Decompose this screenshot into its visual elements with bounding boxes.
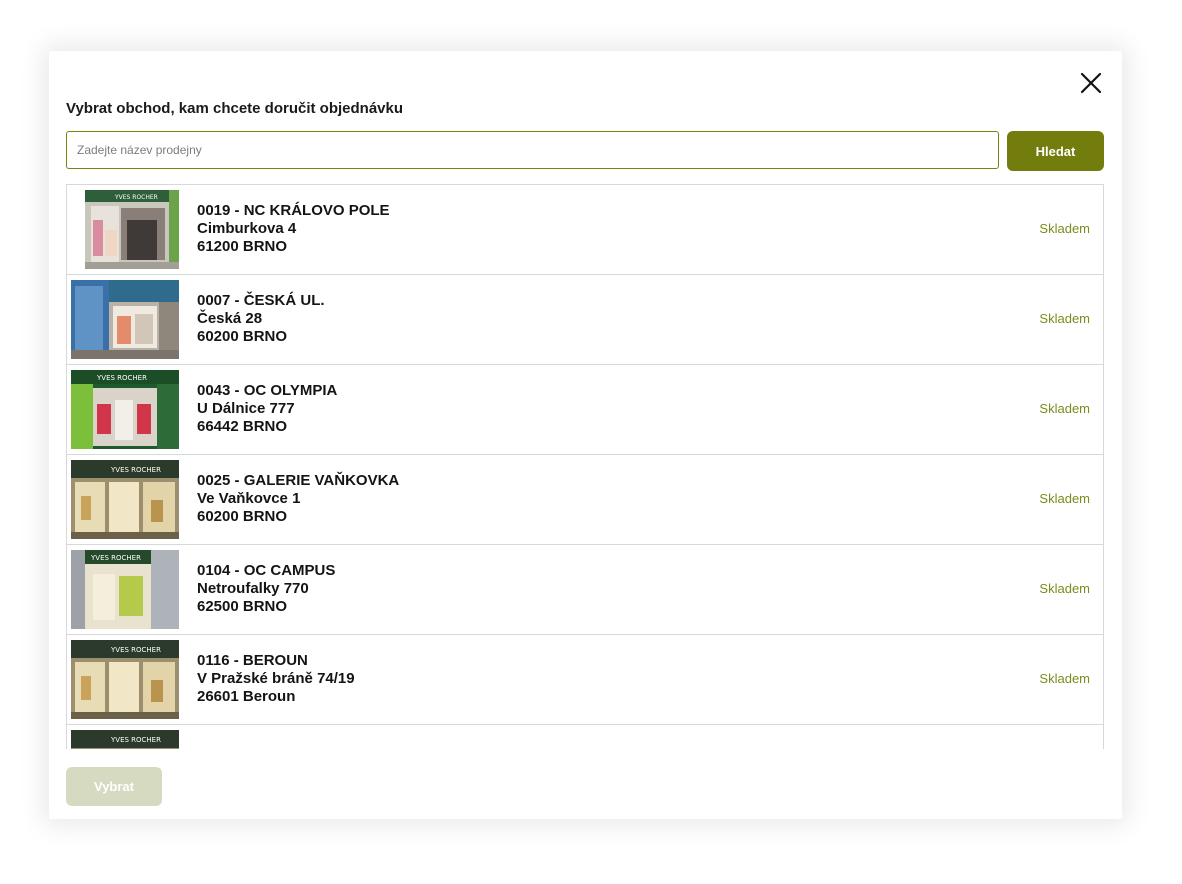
modal-title: Vybrat obchod, kam chcete doručit objedn… (66, 100, 404, 117)
svg-text:YVES ROCHER: YVES ROCHER (90, 554, 141, 562)
store-street: U Dálnice 777 (197, 400, 295, 417)
store-photo: YVES ROCHER (71, 370, 179, 449)
stock-status: Skladem (1039, 491, 1090, 506)
svg-text:YVES ROCHER: YVES ROCHER (110, 466, 161, 474)
store-photo: YVES ROCHER (71, 730, 179, 749)
store-city: 60200 BRNO (197, 328, 288, 345)
store-list[interactable]: YVES ROCHER 0019 - NC KRÁLOVO POLE Cimbu… (66, 184, 1104, 749)
store-name: 0007 - ČESKÁ UL. (197, 292, 325, 309)
store-photo: YVES ROCHER (71, 640, 179, 719)
store-row[interactable]: YVES ROCHER 0025 - GALERIE VAŇKOVKA Ve V… (66, 454, 1104, 544)
stock-status: Skladem (1039, 311, 1090, 326)
store-row[interactable]: YVES ROCHER 0043 - OC OLYMPIA U Dálnice … (66, 364, 1104, 454)
stock-status: Skladem (1039, 221, 1090, 236)
store-city: 26601 Beroun (197, 688, 296, 705)
svg-text:YVES ROCHER: YVES ROCHER (114, 194, 158, 201)
select-store-button[interactable]: Vybrat (66, 767, 162, 806)
store-name: 0116 - BEROUN (197, 652, 308, 669)
store-photo (71, 280, 179, 359)
store-name: 0019 - NC KRÁLOVO POLE (197, 202, 390, 219)
store-city: 62500 BRNO (197, 598, 288, 615)
store-street: Cimburkova 4 (197, 220, 297, 237)
store-search-input[interactable] (66, 131, 999, 169)
store-row[interactable]: 0007 - ČESKÁ UL. Česká 28 60200 BRNO Skl… (66, 274, 1104, 364)
store-name: 0025 - GALERIE VAŇKOVKA (197, 472, 400, 489)
store-photo: YVES ROCHER (71, 550, 179, 629)
stock-status: Skladem (1039, 581, 1090, 596)
svg-text:YVES ROCHER: YVES ROCHER (110, 646, 161, 654)
store-city: 61200 BRNO (197, 238, 288, 255)
store-street: Česká 28 (197, 310, 263, 327)
store-row[interactable]: YVES ROCHER 0104 - OC CAMPUS Netroufalky… (66, 544, 1104, 634)
store-row[interactable]: YVES ROCHER (66, 724, 1104, 749)
store-name: 0104 - OC CAMPUS (197, 562, 336, 579)
store-street: Ve Vaňkovce 1 (197, 490, 301, 507)
store-row[interactable]: YVES ROCHER 0116 - BEROUN V Pražské brán… (66, 634, 1104, 724)
store-street: Netroufalky 770 (197, 580, 309, 597)
close-button[interactable] (1077, 69, 1105, 97)
svg-text:YVES ROCHER: YVES ROCHER (110, 736, 161, 744)
search-button[interactable]: Hledat (1007, 131, 1104, 171)
stock-status: Skladem (1039, 671, 1090, 686)
svg-text:YVES ROCHER: YVES ROCHER (96, 374, 147, 382)
store-row[interactable]: YVES ROCHER 0019 - NC KRÁLOVO POLE Cimbu… (66, 184, 1104, 274)
close-icon (1080, 72, 1102, 94)
store-picker-modal: Vybrat obchod, kam chcete doručit objedn… (49, 51, 1122, 819)
store-city: 66442 BRNO (197, 418, 288, 435)
store-city: 60200 BRNO (197, 508, 288, 525)
store-photo: YVES ROCHER (71, 460, 179, 539)
store-name: 0043 - OC OLYMPIA (197, 382, 338, 399)
stock-status: Skladem (1039, 401, 1090, 416)
store-street: V Pražské bráně 74/19 (197, 670, 355, 687)
store-photo: YVES ROCHER (85, 190, 179, 269)
